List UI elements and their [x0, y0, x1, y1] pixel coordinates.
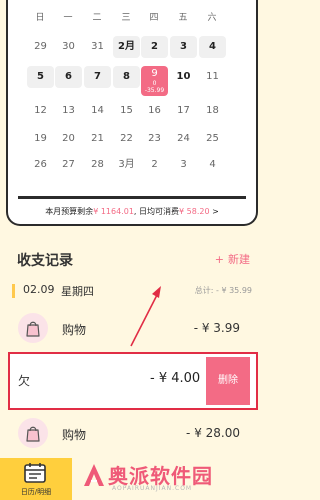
calendar-day[interactable]: 7 — [84, 66, 111, 88]
list-item[interactable]: 购物 - ¥ 3.99 — [12, 310, 252, 348]
calendar-day[interactable]: 12 — [27, 100, 54, 122]
watermark-logo — [84, 464, 104, 486]
calendar-day[interactable]: 3 — [170, 154, 197, 176]
calendar-day[interactable]: 20 — [55, 128, 82, 150]
calendar-day[interactable]: 15 — [113, 100, 140, 122]
calendar-day[interactable]: 23 — [141, 128, 168, 150]
budget-label: 本月预算剩余 — [45, 207, 94, 216]
weekday-header: 日一二三四五六 — [8, 10, 256, 24]
calendar-day[interactable]: 3月 — [113, 154, 140, 176]
plus-icon: + — [214, 253, 224, 266]
weekday-label: 二 — [92, 13, 102, 23]
calendar-card: 日一二三四五六 29 30 31 2月 2 3 4 5 6 7 8 9 0 -35.99 10 11 12 13 1… — [6, 0, 258, 226]
weekday-label: 六 — [207, 13, 217, 23]
day-date: 02.09 — [23, 283, 55, 296]
calendar-day[interactable]: 18 — [199, 100, 226, 122]
calendar-day[interactable]: 4 — [199, 36, 226, 58]
weekday-label: 四 — [149, 13, 159, 23]
budget-summary[interactable]: 本月预算剩余¥ 1164.01, 日均可消费¥ 58.20 > — [8, 206, 256, 217]
tab-calendar-detail[interactable]: 日历/明细 — [0, 458, 72, 500]
records-title: 收支记录 — [17, 253, 73, 269]
new-record-label: 新建 — [228, 253, 250, 266]
watermark: 奥派软件园 AOPAIRUANJIAN.COM — [82, 458, 258, 498]
shopping-bag-icon — [18, 313, 48, 343]
entry-name: 购物 — [62, 323, 87, 337]
entry-amount: - ¥ 4.00 — [150, 371, 201, 386]
day-header: 02.09 星期四 总计: - ¥ 35.99 — [12, 283, 252, 299]
calendar-day[interactable]: 10 — [170, 66, 197, 88]
watermark-url: AOPAIRUANJIAN.COM — [112, 485, 193, 492]
day-number: 9 — [151, 68, 158, 79]
calendar-day[interactable]: 27 — [55, 154, 82, 176]
calendar-day[interactable]: 28 — [84, 154, 111, 176]
calendar-day[interactable]: 30 — [55, 36, 82, 58]
calendar-day[interactable]: 2 — [141, 154, 168, 176]
calendar-day[interactable]: 14 — [84, 100, 111, 122]
calendar-day[interactable]: 2 — [141, 36, 168, 58]
calendar-list-icon — [22, 461, 48, 485]
calendar-divider — [18, 196, 246, 199]
weekday-label: 三 — [121, 13, 131, 23]
calendar-day[interactable]: 21 — [84, 128, 111, 150]
entry-amount: - ¥ 28.00 — [186, 426, 240, 440]
calendar-day[interactable]: 2月 — [113, 36, 140, 58]
calendar-day[interactable]: 24 — [170, 128, 197, 150]
calendar-day[interactable]: 19 — [27, 128, 54, 150]
calendar-day[interactable]: 5 — [27, 66, 54, 88]
entry-name: 欠 — [18, 374, 31, 388]
calendar-day[interactable]: 9 0 -35.99 — [141, 66, 168, 96]
day-weekday: 星期四 — [61, 285, 94, 298]
weekday-label: 日 — [35, 13, 45, 23]
weekday-label: 五 — [178, 13, 188, 23]
calendar-day[interactable]: 13 — [55, 100, 82, 122]
calendar-day[interactable]: 16 — [141, 100, 168, 122]
calendar-day[interactable]: 8 — [113, 66, 140, 88]
calendar-day[interactable]: 4 — [199, 154, 226, 176]
day-expense: -35.99 — [144, 87, 165, 94]
calendar-day[interactable]: 25 — [199, 128, 226, 150]
day-income: 0 — [152, 80, 157, 87]
calendar-day[interactable]: 17 — [170, 100, 197, 122]
calendar-day[interactable]: 3 — [170, 36, 197, 58]
calendar-day[interactable]: 31 — [84, 36, 111, 58]
entry-name: 购物 — [62, 428, 87, 442]
entry-amount: - ¥ 3.99 — [193, 321, 240, 335]
tab-label: 日历/明细 — [20, 488, 52, 496]
calendar-day[interactable]: 29 — [27, 36, 54, 58]
daily-amount: ¥ 58.20 — [179, 207, 210, 216]
calendar-day[interactable]: 6 — [55, 66, 82, 88]
daily-label: 日均可消费 — [139, 207, 179, 216]
day-marker — [12, 284, 15, 298]
calendar-day[interactable]: 22 — [113, 128, 140, 150]
swiped-entry[interactable]: 欠 - ¥ 4.00 删除 — [8, 352, 258, 410]
delete-button[interactable]: 删除 — [206, 357, 250, 405]
calendar-day[interactable]: 11 — [199, 66, 226, 88]
calendar-day[interactable]: 26 — [27, 154, 54, 176]
day-total: 总计: - ¥ 35.99 — [194, 286, 252, 295]
chevron-right-icon: > — [212, 207, 219, 216]
new-record-button[interactable]: + 新建 — [215, 251, 250, 267]
shopping-bag-icon — [18, 418, 48, 448]
weekday-label: 一 — [63, 13, 73, 23]
list-item[interactable]: 购物 - ¥ 28.00 — [12, 415, 252, 453]
budget-remaining: ¥ 1164.01 — [93, 207, 134, 216]
